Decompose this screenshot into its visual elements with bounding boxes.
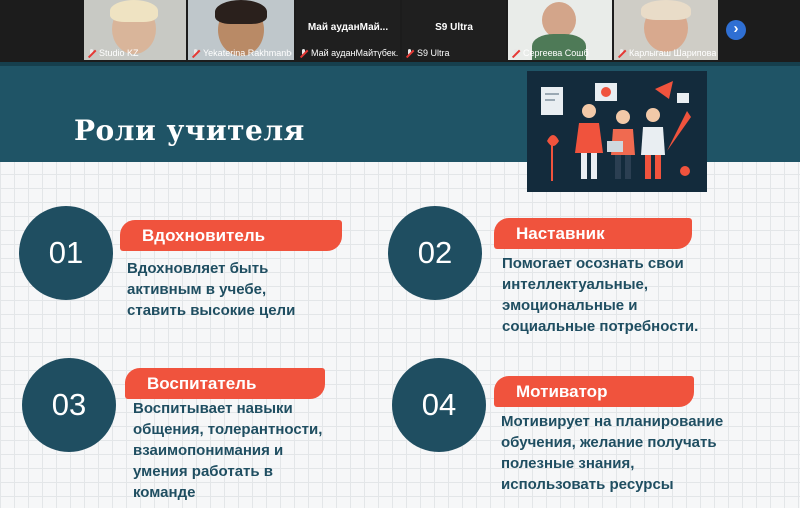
role-label-text: Наставник (516, 224, 605, 243)
participant-strip: Studio KZ Yekaterina Rakhmanber... Май а… (0, 0, 800, 62)
card-number-03: 03 (22, 358, 116, 452)
participant-hair (641, 0, 691, 20)
participant-tile[interactable]: Сергеева Сошб (508, 0, 612, 60)
description-line: активным в учебе, (127, 281, 267, 298)
participant-display-name: S9 Ultra (435, 22, 473, 33)
participant-name: Карлыгаш Шарипова (618, 48, 716, 58)
participant-video (542, 2, 576, 38)
description-line: полезные знания, (501, 455, 635, 472)
participant-tile[interactable]: S9 Ultra S9 Ultra (402, 0, 506, 60)
role-label-text: Мотиватор (516, 382, 608, 401)
card-number-04: 04 (392, 358, 486, 452)
description-line: интеллектуальные, (502, 276, 649, 293)
role-description-01: Вдохновляет быть активным в учебе, стави… (127, 258, 295, 321)
description-line: ставить высокие цели (127, 302, 296, 319)
role-label-text: Вдохновитель (142, 226, 266, 245)
chevron-right-icon: › (733, 20, 739, 37)
participant-name: Studio KZ (88, 48, 139, 58)
participant-display-name: Май ауданМай... (307, 22, 389, 33)
participant-name: Май ауданМайтүбек... (300, 48, 398, 58)
muted-mic-icon (406, 48, 414, 58)
muted-mic-icon (192, 48, 200, 58)
participant-name: Yekaterina Rakhmanber... (192, 48, 292, 58)
role-label-02: Наставник (494, 218, 692, 249)
role-description-02: Помогает осознать свои интеллектуальные,… (502, 253, 698, 337)
role-description-03: Воспитывает навыки общения, толерантност… (133, 398, 322, 503)
card-number-01: 01 (19, 206, 113, 300)
description-line: взаимопонимания и (133, 442, 284, 459)
participant-hair (110, 0, 158, 22)
muted-mic-icon (300, 48, 308, 58)
participant-tile[interactable]: Studio KZ (84, 0, 186, 60)
participant-name: S9 Ultra (406, 48, 450, 58)
description-line: Мотивирует на планирование (501, 413, 724, 430)
role-label-01: Вдохновитель (120, 220, 342, 251)
role-description-04: Мотивирует на планирование обучения, жел… (501, 411, 723, 495)
card-number-02: 02 (388, 206, 482, 300)
role-label-03: Воспитатель (125, 368, 325, 399)
participant-name: Сергеева Сошб (512, 48, 589, 58)
teamwork-illustration-graphic (541, 81, 691, 181)
role-label-04: Мотиватор (494, 376, 694, 407)
muted-mic-icon (88, 48, 96, 58)
muted-mic-icon (512, 48, 520, 58)
description-line: Помогает осознать свои (502, 255, 684, 272)
participant-tile[interactable]: Карлыгаш Шарипова (614, 0, 718, 60)
teamwork-illustration (527, 71, 707, 192)
description-line: Воспитывает навыки (133, 400, 293, 417)
participant-tile[interactable]: Май ауданМай... Май ауданМайтүбек... (296, 0, 400, 60)
description-line: социальные потребности. (502, 318, 699, 335)
next-participants-button[interactable]: › (726, 20, 746, 40)
description-line: использовать ресурсы (501, 476, 674, 493)
description-line: команде (133, 484, 196, 501)
description-line: умения работать в (133, 463, 273, 480)
banner-top-band (0, 62, 800, 66)
description-line: Вдохновляет быть (127, 260, 269, 277)
slide-title: Роли учителя (74, 114, 305, 147)
shared-slide: Роли учителя 01 Вдохновитель Вдохновляет… (0, 62, 800, 508)
description-line: обучения, желание получать (501, 434, 717, 451)
role-label-text: Воспитатель (147, 374, 257, 393)
description-line: общения, толерантности, (133, 421, 323, 438)
muted-mic-icon (618, 48, 626, 58)
participant-tile[interactable]: Yekaterina Rakhmanber... (188, 0, 294, 60)
description-line: эмоциональные и (502, 297, 638, 314)
participant-hair (215, 0, 267, 24)
